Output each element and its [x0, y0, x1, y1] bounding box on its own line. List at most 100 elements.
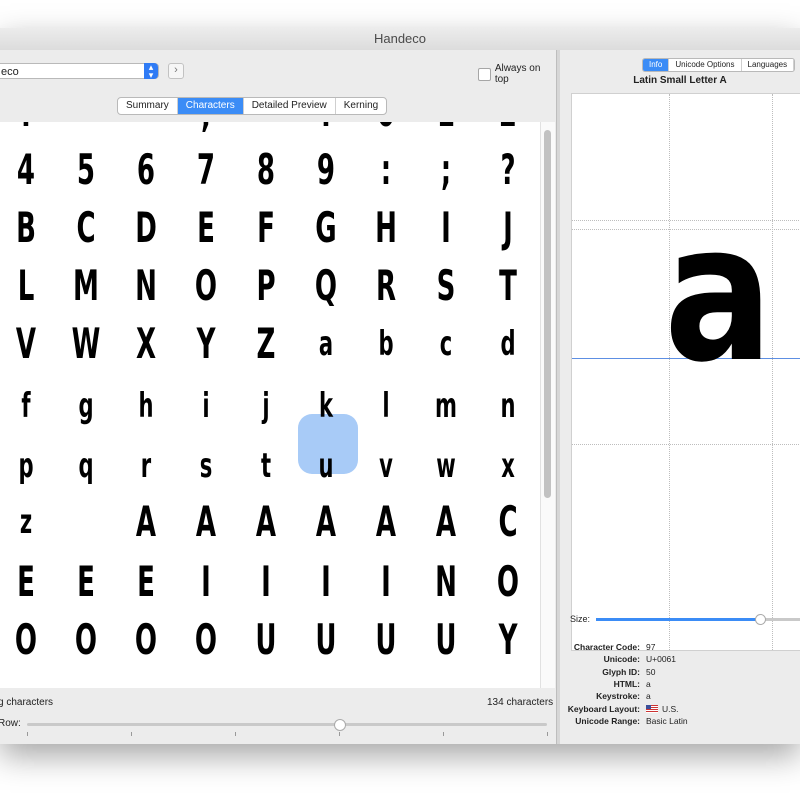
glyph-cell[interactable]: N: [127, 256, 164, 316]
glyph-cell[interactable]: 2: [489, 122, 526, 142]
tab-detailed-preview[interactable]: Detailed Preview: [244, 98, 336, 114]
glyph-cell[interactable]: A: [127, 492, 164, 552]
glyph-cell[interactable]: 7: [187, 140, 224, 200]
tab-unicode-options[interactable]: Unicode Options: [669, 59, 742, 71]
glyph-cell[interactable]: a: [307, 314, 344, 374]
tab-summary[interactable]: Summary: [118, 98, 178, 114]
glyph-cell[interactable]: W: [67, 314, 104, 374]
glyph-cell[interactable]: s: [187, 436, 224, 496]
glyph-cell[interactable]: 1: [427, 122, 464, 142]
glyph-cell[interactable]: D: [127, 198, 164, 258]
glyph-cell[interactable]: t: [247, 436, 284, 496]
glyph-cell[interactable]: w: [427, 436, 464, 496]
tab-languages[interactable]: Languages: [742, 59, 795, 71]
glyph-cell[interactable]: O: [127, 610, 164, 670]
glyph-cell[interactable]: U: [307, 610, 344, 670]
glyph-cell[interactable]: h: [127, 376, 164, 436]
glyph-cell[interactable]: P: [247, 256, 284, 316]
glyph-cell[interactable]: B: [7, 198, 44, 258]
scrollbar-thumb[interactable]: [544, 130, 551, 498]
glyph-cell[interactable]: Z: [247, 314, 284, 374]
glyph-cell[interactable]: U: [367, 610, 404, 670]
glyph-cell[interactable]: I: [307, 552, 344, 612]
glyph-cell[interactable]: [67, 492, 104, 552]
glyph-cell[interactable]: A: [427, 492, 464, 552]
glyph-cell[interactable]: E: [67, 552, 104, 612]
glyph-cell[interactable]: 9: [307, 140, 344, 200]
glyph-cell[interactable]: k: [307, 376, 344, 436]
always-on-top-checkbox[interactable]: [478, 67, 491, 81]
glyph-cell[interactable]: A: [187, 492, 224, 552]
glyph-cell[interactable]: U: [427, 610, 464, 670]
glyph-cell[interactable]: E: [187, 198, 224, 258]
glyph-cell[interactable]: b: [367, 314, 404, 374]
glyph-cell[interactable]: O: [187, 256, 224, 316]
always-on-top-toggle[interactable]: Always on top: [478, 63, 556, 85]
glyph-cell[interactable]: ': [127, 122, 164, 142]
size-slider-knob[interactable]: [755, 614, 766, 625]
glyph-cell[interactable]: S: [427, 256, 464, 316]
glyph-cell[interactable]: V: [7, 314, 44, 374]
glyph-cell[interactable]: z: [7, 492, 44, 552]
glyph-cell[interactable]: :: [367, 140, 404, 200]
glyph-cell[interactable]: Q: [307, 256, 344, 316]
size-slider[interactable]: [596, 614, 800, 625]
glyph-cell[interactable]: q: [67, 436, 104, 496]
glyph-cell[interactable]: C: [67, 198, 104, 258]
glyph-cell[interactable]: j: [247, 376, 284, 436]
glyph-cell[interactable]: Y: [489, 610, 526, 670]
glyph-cell[interactable]: C: [489, 492, 526, 552]
glyph-cell[interactable]: -: [247, 122, 284, 142]
glyph-cell[interactable]: O: [7, 610, 44, 670]
glyph-cell[interactable]: 4: [7, 140, 44, 200]
glyph-cell[interactable]: n: [489, 376, 526, 436]
glyph-cell[interactable]: N: [427, 552, 464, 612]
glyph-cell[interactable]: T: [489, 256, 526, 316]
glyph-cell[interactable]: 0: [367, 122, 404, 142]
glyph-cell[interactable]: m: [427, 376, 464, 436]
next-font-button[interactable]: ›: [168, 63, 184, 79]
glyph-cell[interactable]: f: [7, 376, 44, 436]
glyph-cell[interactable]: A: [307, 492, 344, 552]
font-select[interactable]: eco ▴ ▾: [0, 63, 159, 80]
glyph-cell[interactable]: A: [247, 492, 284, 552]
glyph-cell[interactable]: Y: [187, 314, 224, 374]
glyph-cell[interactable]: G: [307, 198, 344, 258]
glyph-cell[interactable]: O: [67, 610, 104, 670]
grid-scrollbar[interactable]: [540, 122, 555, 688]
glyph-cell[interactable]: r: [127, 436, 164, 496]
glyph-cell[interactable]: c: [427, 314, 464, 374]
glyph-cell[interactable]: M: [67, 256, 104, 316]
glyph-cell[interactable]: .: [307, 122, 344, 142]
glyph-cell[interactable]: !: [7, 122, 44, 142]
glyph-cell[interactable]: p: [7, 436, 44, 496]
glyph-cell[interactable]: 8: [247, 140, 284, 200]
glyph-cell[interactable]: ;: [427, 140, 464, 200]
glyph-cell[interactable]: A: [367, 492, 404, 552]
glyph-cell[interactable]: 6: [127, 140, 164, 200]
glyph-cell[interactable]: l: [367, 376, 404, 436]
glyph-cell[interactable]: F: [247, 198, 284, 258]
glyph-cell[interactable]: L: [7, 256, 44, 316]
glyph-cell[interactable]: 5: [67, 140, 104, 200]
glyph-cell[interactable]: ?: [489, 140, 526, 200]
glyph-cell[interactable]: v: [367, 436, 404, 496]
glyph-cell[interactable]: X: [127, 314, 164, 374]
glyph-cell[interactable]: ": [67, 122, 104, 142]
glyph-cell[interactable]: I: [187, 552, 224, 612]
glyph-cell[interactable]: R: [367, 256, 404, 316]
tab-info[interactable]: Info: [643, 59, 670, 71]
glyph-cell[interactable]: I: [427, 198, 464, 258]
glyph-cell[interactable]: I: [367, 552, 404, 612]
row-slider[interactable]: [27, 719, 548, 736]
glyph-cell[interactable]: O: [489, 552, 526, 612]
glyph-cell[interactable]: ,: [187, 122, 224, 142]
glyph-cell[interactable]: J: [489, 198, 526, 258]
tab-kerning[interactable]: Kerning: [336, 98, 386, 114]
tab-characters[interactable]: Characters: [177, 98, 244, 114]
glyph-cell[interactable]: O: [187, 610, 224, 670]
glyph-cell[interactable]: u: [307, 436, 344, 496]
glyph-cell[interactable]: i: [187, 376, 224, 436]
glyph-cell[interactable]: H: [367, 198, 404, 258]
glyph-cell[interactable]: I: [247, 552, 284, 612]
